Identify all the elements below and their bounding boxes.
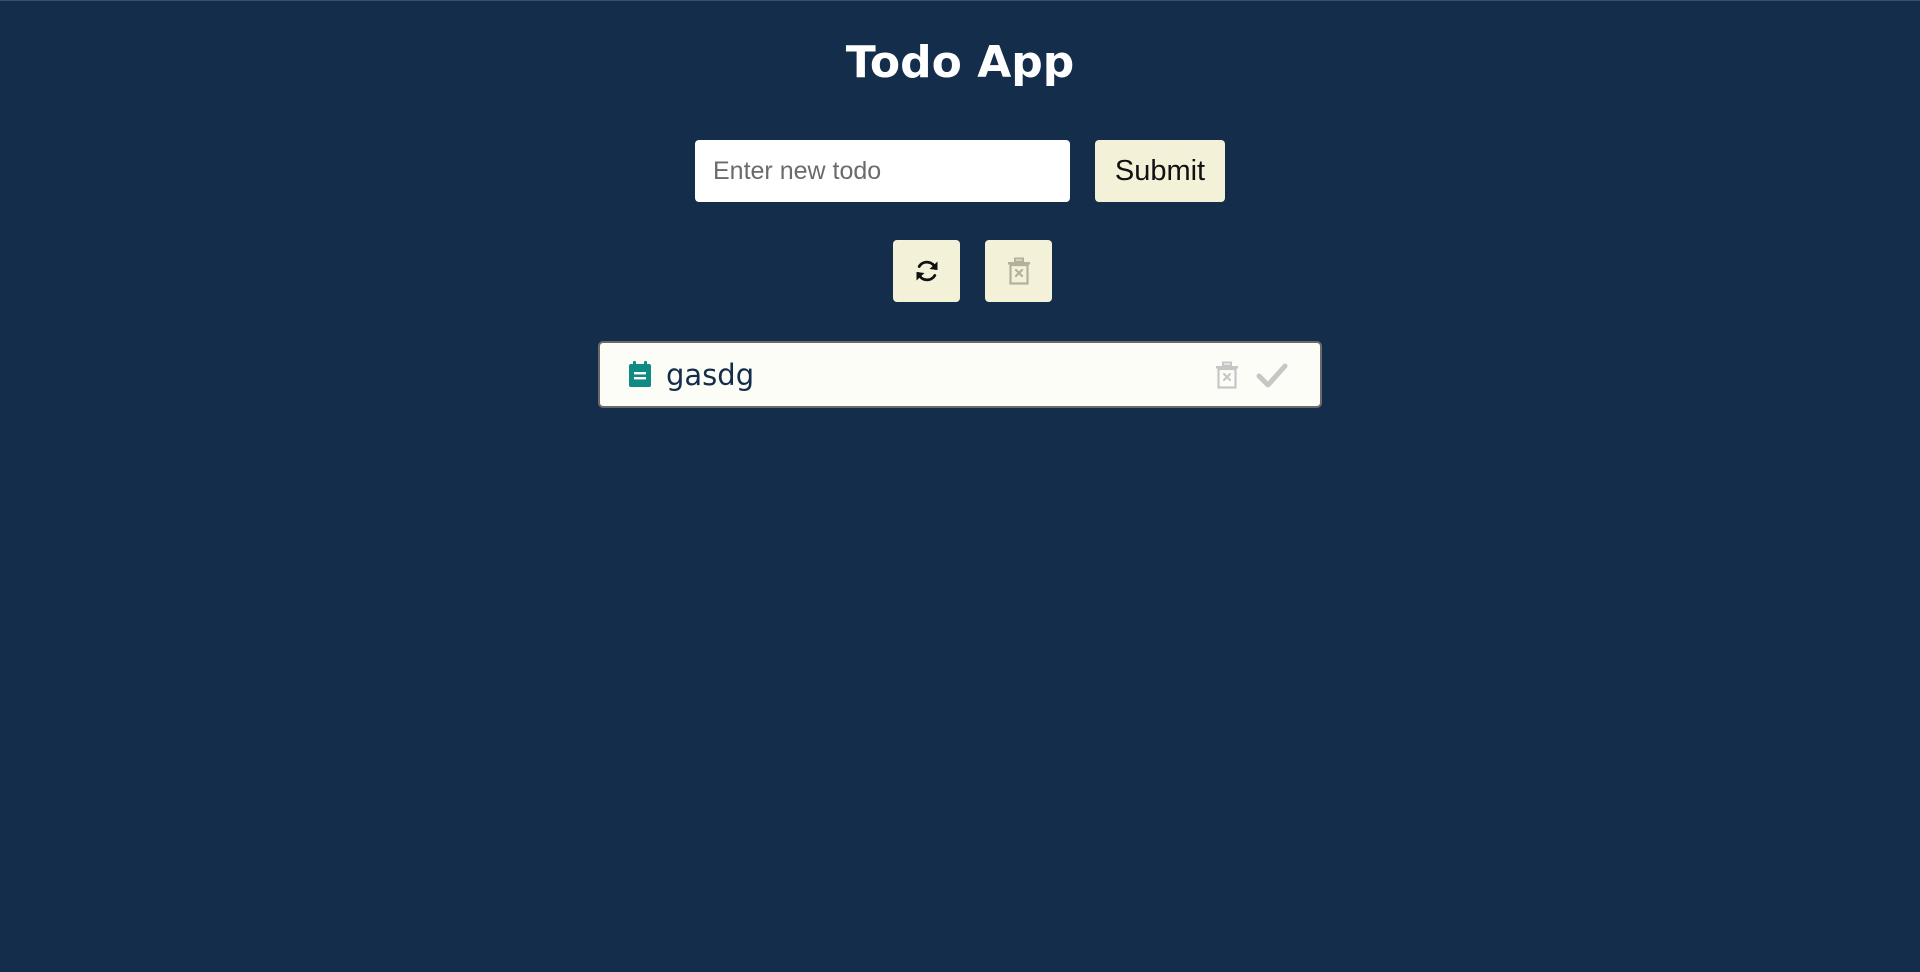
refresh-icon [916, 260, 937, 282]
new-todo-input[interactable] [695, 140, 1070, 202]
page-title: Todo App [845, 37, 1075, 88]
clear-all-button[interactable] [985, 240, 1052, 302]
clipboard-icon [629, 361, 651, 387]
complete-todo-icon[interactable] [1256, 361, 1288, 389]
trash-x-icon [1007, 257, 1030, 285]
submit-button[interactable]: Submit [1095, 140, 1225, 202]
todo-item-text: gasdg [666, 358, 755, 392]
delete-todo-icon[interactable] [1214, 361, 1240, 389]
refresh-button[interactable] [893, 240, 960, 302]
todo-item: gasdg [598, 341, 1322, 408]
